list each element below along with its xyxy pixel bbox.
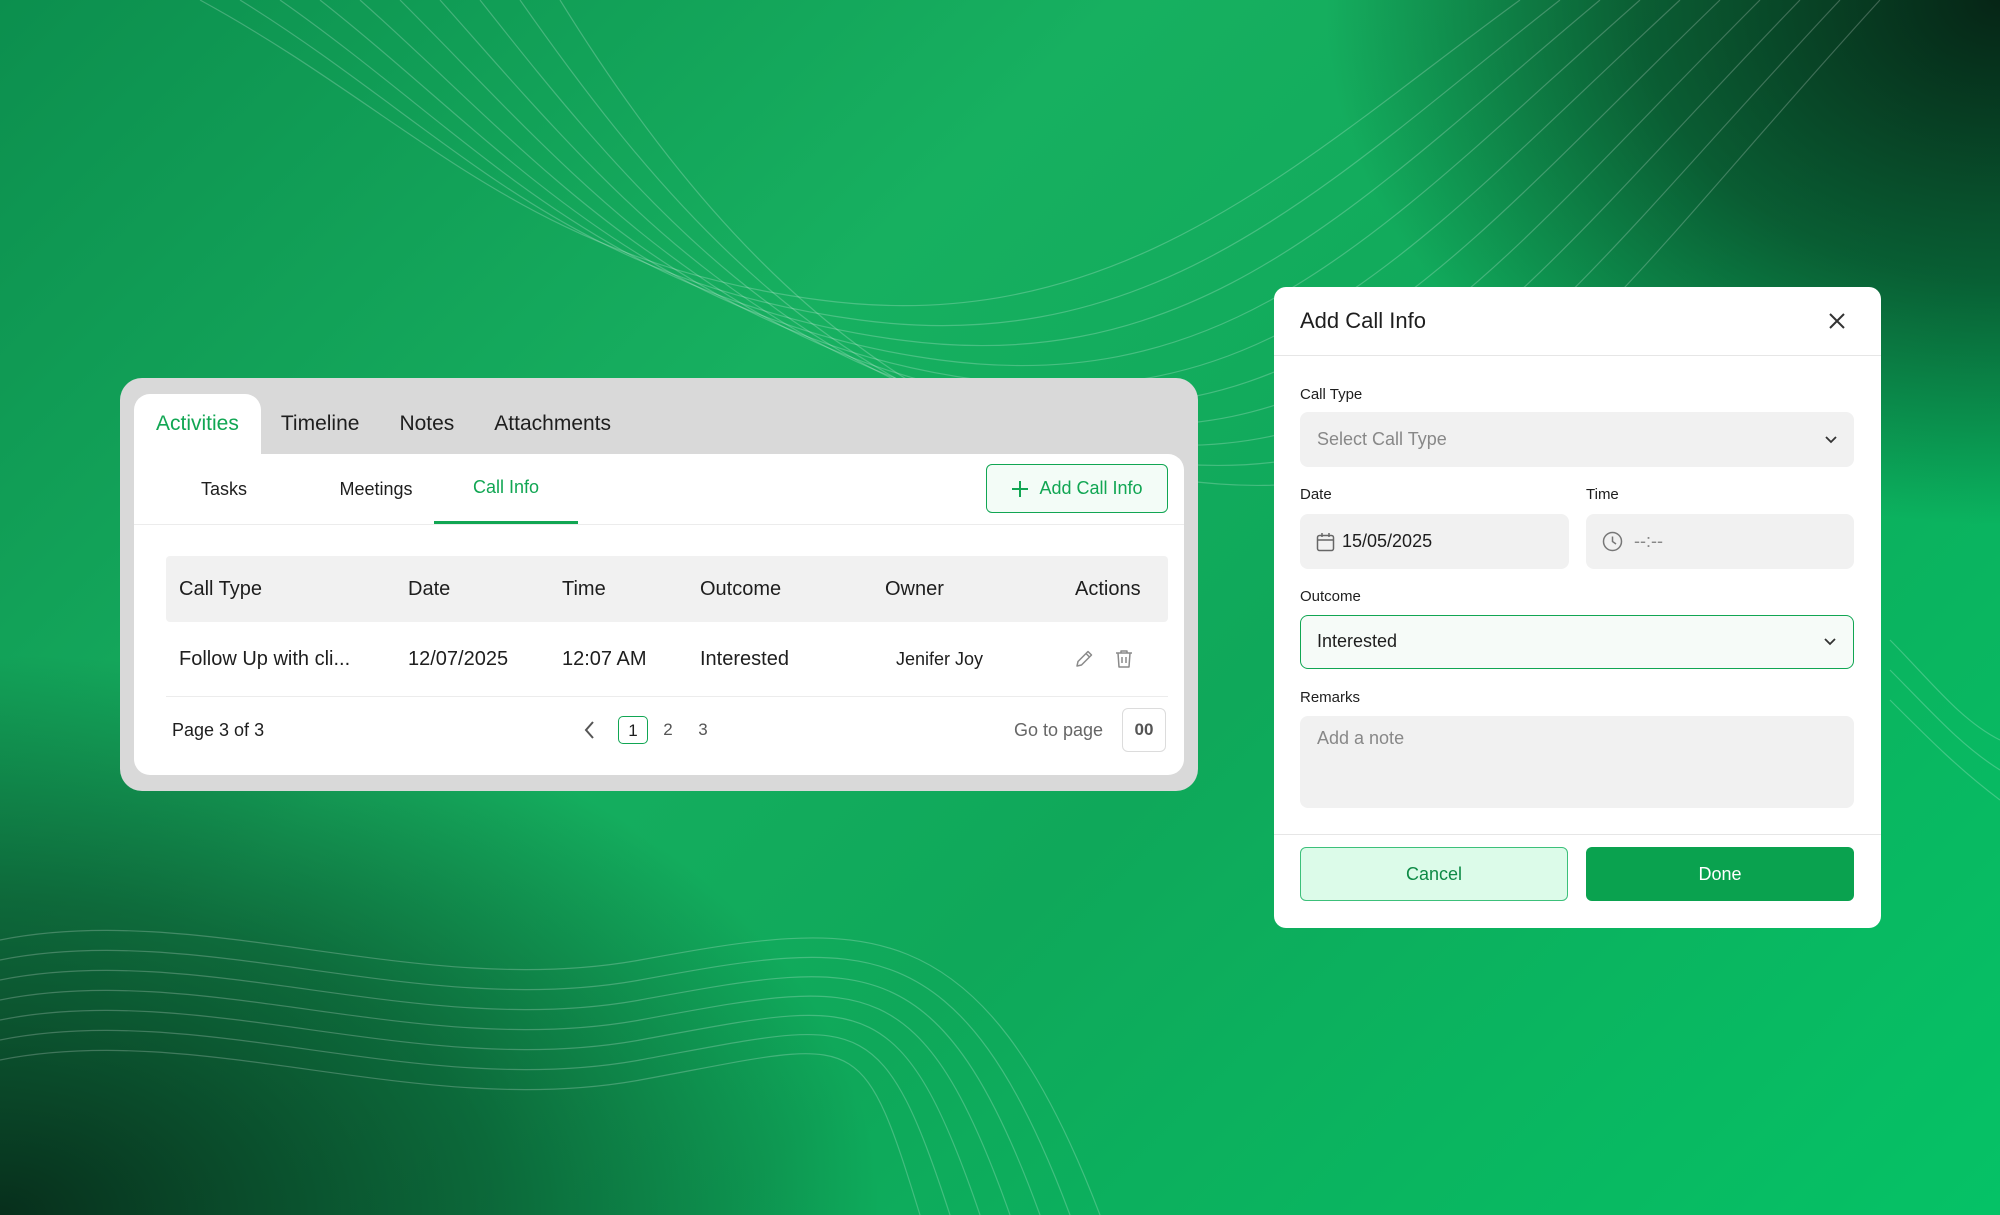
calendar-icon [1316, 533, 1335, 552]
time-placeholder: --:-- [1634, 531, 1663, 551]
outcome-label: Outcome [1300, 588, 1361, 605]
cell-call-type: Follow Up with cli... [179, 648, 351, 670]
remarks-label: Remarks [1300, 689, 1361, 706]
cell-date: 12/07/2025 [408, 648, 509, 670]
go-to-page-label: Go to page [1014, 720, 1104, 740]
call-type-select[interactable]: Select Call Type [1300, 412, 1854, 467]
column-call-type: Call Type [179, 578, 263, 600]
page-3-button[interactable]: 3 [688, 716, 718, 744]
tab-timeline[interactable]: Timeline [261, 394, 380, 454]
go-to-page-input[interactable] [1122, 708, 1166, 752]
tab-activities[interactable]: Activities [134, 394, 261, 454]
close-icon[interactable] [1827, 311, 1847, 331]
modal-header: Add Call Info [1274, 287, 1881, 356]
main-tabs: Activities Timeline Notes Attachments [134, 394, 631, 454]
chevron-down-icon [1824, 638, 1836, 646]
date-value: 15/05/2025 [1342, 531, 1433, 551]
table-row: Follow Up with cli... 12/07/2025 12:07 A… [166, 622, 1168, 697]
cancel-button[interactable]: Cancel [1300, 847, 1568, 901]
tab-attachments[interactable]: Attachments [474, 394, 631, 454]
tab-notes[interactable]: Notes [379, 394, 474, 454]
add-call-info-button[interactable]: Add Call Info [986, 464, 1168, 513]
chevron-down-icon [1825, 435, 1837, 443]
date-field[interactable]: 15/05/2025 [1300, 514, 1569, 569]
pagination: Page 3 of 3 1 2 3 Go to page [134, 700, 1184, 760]
modal-footer-divider [1274, 834, 1881, 835]
cell-owner: Jenifer Joy [896, 649, 984, 669]
outcome-select[interactable]: Interested [1300, 615, 1854, 669]
page-2-button[interactable]: 2 [653, 716, 683, 744]
add-call-info-label: Add Call Info [1039, 478, 1143, 498]
column-actions: Actions [1075, 578, 1141, 600]
column-outcome: Outcome [700, 578, 782, 600]
column-time: Time [562, 578, 606, 600]
call-type-label: Call Type [1300, 386, 1363, 403]
page-1-button[interactable]: 1 [618, 716, 648, 744]
sub-tab-tasks[interactable]: Tasks [174, 454, 274, 524]
chevron-left-icon[interactable] [582, 720, 598, 740]
call-type-placeholder: Select Call Type [1317, 429, 1447, 449]
date-label: Date [1300, 486, 1332, 503]
outcome-value: Interested [1317, 631, 1398, 651]
cell-time: 12:07 AM [562, 648, 647, 670]
time-label: Time [1586, 486, 1619, 503]
column-owner: Owner [885, 578, 944, 600]
sub-tab-call-info[interactable]: Call Info [434, 454, 578, 524]
remarks-textarea[interactable]: Add a note [1300, 716, 1854, 808]
add-call-info-modal: Add Call Info Call Type Select Call Type… [1274, 287, 1881, 928]
edit-icon[interactable] [1073, 648, 1095, 670]
sub-tab-meetings[interactable]: Meetings [306, 454, 446, 524]
time-field[interactable]: --:-- [1586, 514, 1854, 569]
clock-icon [1602, 531, 1623, 552]
done-button[interactable]: Done [1586, 847, 1854, 901]
activities-content: Tasks Meetings Call Info Add Call Info C… [134, 454, 1184, 775]
delete-icon[interactable] [1113, 648, 1135, 670]
table-header: Call Type Date Time Outcome Owner Action… [166, 556, 1168, 622]
modal-title: Add Call Info [1300, 308, 1426, 333]
page-indicator: Page 3 of 3 [172, 720, 265, 740]
sub-tabs: Tasks Meetings Call Info Add Call Info [134, 454, 1184, 525]
column-date: Date [408, 578, 451, 600]
activities-panel: Activities Timeline Notes Attachments Ta… [120, 378, 1198, 791]
remarks-placeholder: Add a note [1317, 728, 1405, 748]
cell-outcome: Interested [700, 648, 789, 670]
plus-icon [1012, 480, 1029, 497]
